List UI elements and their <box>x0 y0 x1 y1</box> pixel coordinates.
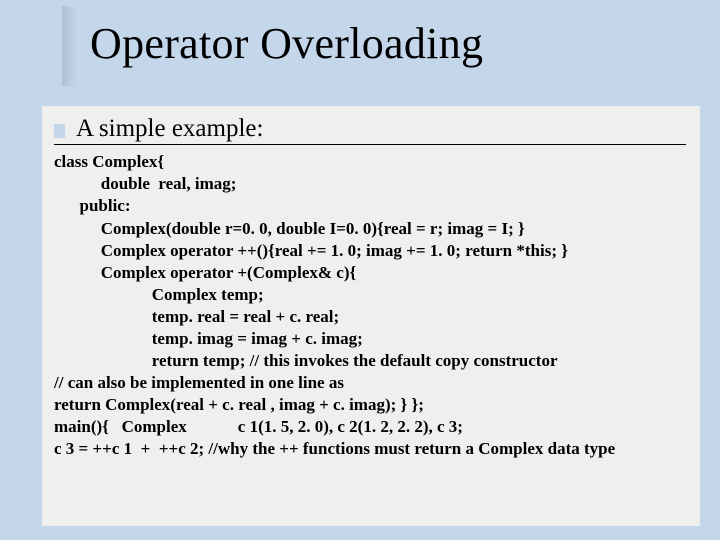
subheading-row: A simple example: <box>54 116 686 145</box>
slide: Operator Overloading A simple example: c… <box>0 0 720 540</box>
bullet-icon <box>54 120 68 142</box>
subheading: A simple example: <box>76 116 263 142</box>
content-panel: A simple example: class Complex{ double … <box>42 106 700 526</box>
title-area: Operator Overloading <box>62 6 702 96</box>
title-shadow-decoration <box>62 6 84 86</box>
slide-title: Operator Overloading <box>90 18 483 69</box>
code-block: class Complex{ double real, imag; public… <box>54 151 686 460</box>
